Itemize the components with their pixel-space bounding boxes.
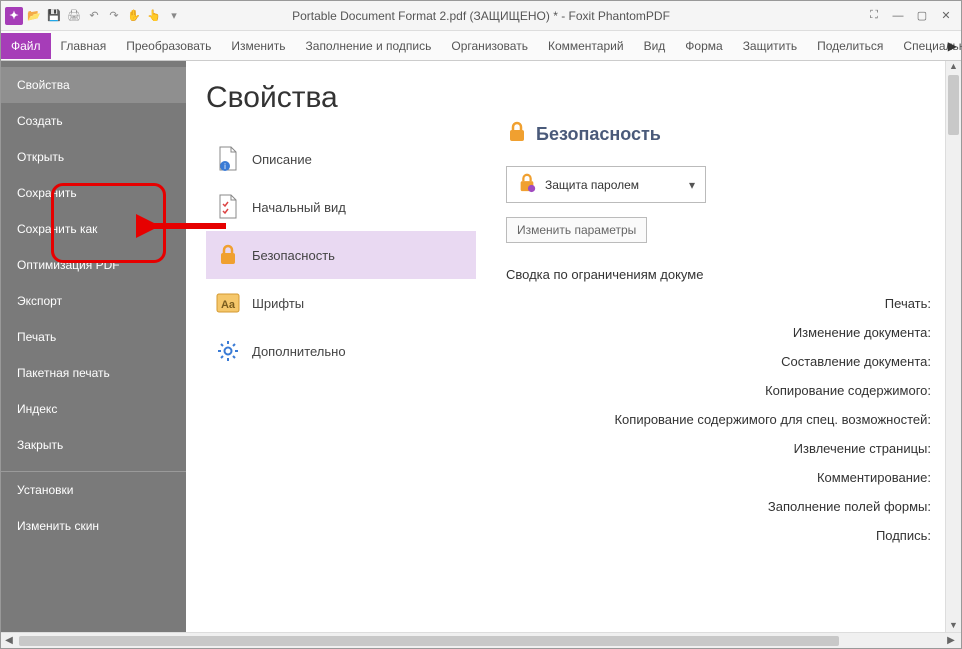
cat-security[interactable]: Безопасность	[206, 231, 476, 279]
tab-organize[interactable]: Организовать	[441, 33, 538, 59]
menu-properties[interactable]: Свойства	[1, 67, 186, 103]
menu-optimize[interactable]: Оптимизация PDF	[1, 247, 186, 283]
file-menu: Свойства Создать Открыть Сохранить Сохра…	[1, 61, 186, 632]
save-icon[interactable]: 💾	[45, 7, 63, 25]
chevron-down-icon: ▾	[689, 178, 695, 192]
scroll-left-icon[interactable]: ◀	[1, 635, 17, 646]
restriction-row: Копирование содержимого для спец. возмож…	[506, 412, 941, 427]
change-settings-button[interactable]: Изменить параметры	[506, 217, 647, 243]
tab-form[interactable]: Форма	[675, 33, 732, 59]
lock-icon	[216, 243, 240, 267]
menu-open[interactable]: Открыть	[1, 139, 186, 175]
max-icon[interactable]: ▢	[911, 7, 933, 25]
expand-icon[interactable]: ⛶	[863, 7, 885, 25]
undo-icon[interactable]: ↶	[85, 7, 103, 25]
properties-heading: Свойства	[206, 81, 476, 115]
tab-main[interactable]: Главная	[51, 33, 117, 59]
scroll-right-icon[interactable]: ▶	[943, 635, 959, 646]
lock-person-icon	[517, 173, 537, 196]
restriction-row: Составление документа:	[506, 354, 941, 369]
cat-initialview[interactable]: Начальный вид	[206, 183, 476, 231]
menu-saveas[interactable]: Сохранить как	[1, 211, 186, 247]
menu-index[interactable]: Индекс	[1, 391, 186, 427]
gear-icon	[216, 339, 240, 363]
print-icon[interactable]: 🖨	[65, 7, 83, 25]
tab-convert[interactable]: Преобразовать	[116, 33, 221, 59]
menu-batchprint[interactable]: Пакетная печать	[1, 355, 186, 391]
tab-view[interactable]: Вид	[634, 33, 676, 59]
min-icon[interactable]: ―	[887, 7, 909, 25]
restriction-row: Извлечение страницы:	[506, 441, 941, 456]
menu-skin[interactable]: Изменить скин	[1, 508, 186, 544]
menu-create[interactable]: Создать	[1, 103, 186, 139]
restriction-row: Копирование содержимого:	[506, 383, 941, 398]
restriction-row: Заполнение полей формы:	[506, 499, 941, 514]
tab-file[interactable]: Файл	[1, 33, 51, 59]
horizontal-scrollbar[interactable]: ◀ ▶	[1, 632, 961, 648]
cat-label: Дополнительно	[252, 344, 346, 359]
redo-icon[interactable]: ↷	[105, 7, 123, 25]
restriction-row: Изменение документа:	[506, 325, 941, 340]
scroll-thumb[interactable]	[19, 636, 839, 646]
menu-save[interactable]: Сохранить	[1, 175, 186, 211]
cat-label: Описание	[252, 152, 312, 167]
security-heading: Безопасность	[536, 124, 661, 145]
close-icon[interactable]: ✕	[935, 7, 957, 25]
font-icon: Aa	[216, 291, 240, 315]
open-icon[interactable]: 📂	[25, 7, 43, 25]
tab-fillsign[interactable]: Заполнение и подпись	[296, 33, 442, 59]
tab-comment[interactable]: Комментарий	[538, 33, 634, 59]
cat-label: Шрифты	[252, 296, 304, 311]
ribbon-overflow-icon[interactable]: ▶	[948, 39, 957, 53]
restriction-row: Подпись:	[506, 528, 941, 543]
svg-text:i: i	[224, 162, 226, 171]
cat-description[interactable]: i Описание	[206, 135, 476, 183]
restriction-row: Комментирование:	[506, 470, 941, 485]
restrictions-list: Печать: Изменение документа: Составление…	[506, 296, 941, 543]
security-method-value: Защита паролем	[545, 178, 639, 192]
tab-edit[interactable]: Изменить	[221, 33, 295, 59]
security-method-select[interactable]: Защита паролем ▾	[506, 166, 706, 203]
properties-panel: Свойства i Описание Начальный вид	[186, 61, 961, 632]
tab-protect[interactable]: Защитить	[733, 33, 807, 59]
vertical-scrollbar[interactable]: ▲ ▼	[945, 61, 961, 632]
padlock-icon	[506, 121, 528, 148]
app-icon: ✦	[5, 7, 23, 25]
svg-text:Aa: Aa	[221, 299, 236, 311]
restriction-row: Печать:	[506, 296, 941, 311]
menu-close[interactable]: Закрыть	[1, 427, 186, 463]
tab-share[interactable]: Поделиться	[807, 33, 893, 59]
cat-fonts[interactable]: Aa Шрифты	[206, 279, 476, 327]
title-bar: ✦ 📂 💾 🖨 ↶ ↷ ✋ 👆 ▾ Portable Document Form…	[1, 1, 961, 31]
ribbon-tabs: Файл Главная Преобразовать Изменить Запо…	[1, 31, 961, 61]
menu-export[interactable]: Экспорт	[1, 283, 186, 319]
hand-icon[interactable]: ✋	[125, 7, 143, 25]
checklist-icon	[216, 195, 240, 219]
restrictions-summary-title: Сводка по ограничениям докуме	[506, 267, 941, 282]
cat-label: Безопасность	[252, 248, 335, 263]
cat-label: Начальный вид	[252, 200, 346, 215]
touch-icon[interactable]: 👆	[145, 7, 163, 25]
cat-advanced[interactable]: Дополнительно	[206, 327, 476, 375]
window-title: Portable Document Format 2.pdf (ЗАЩИЩЕНО…	[292, 9, 670, 23]
menu-settings[interactable]: Установки	[1, 471, 186, 508]
menu-print[interactable]: Печать	[1, 319, 186, 355]
dropdown-icon[interactable]: ▾	[165, 7, 183, 25]
scroll-thumb[interactable]	[948, 75, 959, 135]
document-info-icon: i	[216, 147, 240, 171]
